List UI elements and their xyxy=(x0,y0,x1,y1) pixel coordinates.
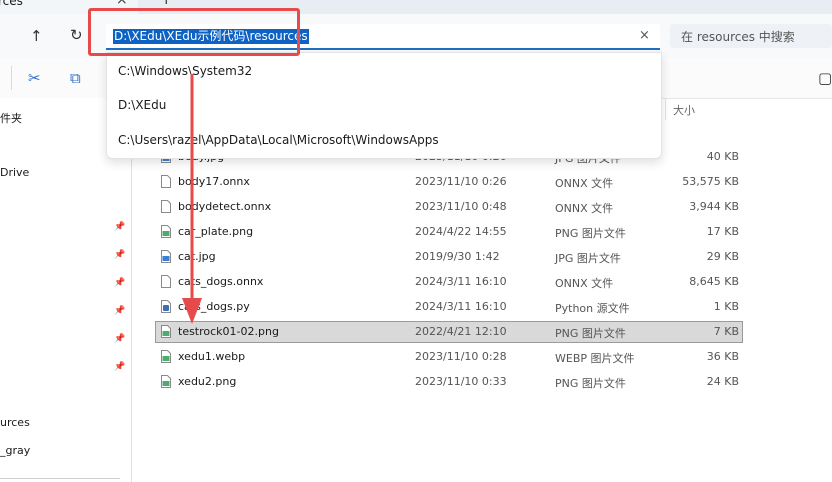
file-icon xyxy=(161,275,171,288)
file-date: 2023/11/10 0:28 xyxy=(415,350,507,363)
pin-icon: 📌 xyxy=(114,362,126,372)
file-date: 2024/4/22 14:55 xyxy=(415,225,507,238)
file-type: Python 源文件 xyxy=(555,302,630,315)
file-icon xyxy=(161,325,171,338)
column-separator[interactable] xyxy=(665,98,666,120)
refresh-icon[interactable]: ↻ xyxy=(70,26,83,44)
file-type: ONNX 文件 xyxy=(555,177,614,190)
file-size: 3,944 KB xyxy=(689,200,739,213)
tab-close-icon[interactable]: × xyxy=(116,0,128,8)
sidebar-item-folder[interactable]: 件夹 xyxy=(0,110,22,126)
file-date: 2023/11/10 0:26 xyxy=(415,175,507,188)
file-name: xedu2.png xyxy=(178,375,237,388)
suggestion-item[interactable]: D:\XEdu xyxy=(118,98,166,112)
cut-icon[interactable]: ✂ xyxy=(28,69,41,87)
clear-address-icon[interactable]: × xyxy=(639,28,650,43)
pin-icon: 📌 xyxy=(114,250,126,260)
file-date: 2023/11/10 0:33 xyxy=(415,375,507,388)
file-type: PNG 图片文件 xyxy=(555,377,626,390)
file-size: 17 KB xyxy=(706,225,739,238)
new-tab-icon[interactable]: + xyxy=(160,0,173,8)
annotation-arrow-icon xyxy=(182,74,202,324)
file-size: 7 KB xyxy=(713,325,739,338)
file-type: PNG 图片文件 xyxy=(555,327,626,340)
tab-title: rces xyxy=(0,0,23,8)
file-icon xyxy=(161,300,171,313)
sidebar-item-resources[interactable]: urces xyxy=(0,416,30,429)
toolbar-divider xyxy=(11,66,12,90)
pin-icon: 📌 xyxy=(114,222,126,232)
file-icon xyxy=(161,350,171,363)
sidebar-item-drive[interactable]: Drive xyxy=(0,166,29,179)
file-type: JPG 图片文件 xyxy=(555,252,621,265)
pin-icon: 📌 xyxy=(114,334,126,344)
file-size: 29 KB xyxy=(706,250,739,263)
file-date: 2019/9/30 1:42 xyxy=(415,250,500,263)
sidebar-item-gray[interactable]: _gray xyxy=(0,444,30,457)
file-icon xyxy=(161,200,171,213)
file-type: ONNX 文件 xyxy=(555,277,614,290)
file-date: 2024/3/11 16:10 xyxy=(415,275,507,288)
file-type: ONNX 文件 xyxy=(555,202,614,215)
pin-icon: 📌 xyxy=(114,278,126,288)
file-size: 53,575 KB xyxy=(682,175,739,188)
highlight-box xyxy=(88,8,300,56)
file-icon xyxy=(161,375,171,388)
copy-icon[interactable]: ⧉ xyxy=(70,69,81,87)
column-header-size[interactable]: 大小 xyxy=(673,102,695,118)
file-date: 2023/11/10 0:48 xyxy=(415,200,507,213)
view-pane-icon[interactable]: ▢ xyxy=(818,69,832,87)
file-date: 2022/4/21 12:10 xyxy=(415,325,507,338)
file-size: 40 KB xyxy=(706,150,739,163)
file-size: 1 KB xyxy=(713,300,739,313)
suggestion-item[interactable]: C:\Users\razel\AppData\Local\Microsoft\W… xyxy=(118,133,439,147)
file-date: 2024/3/11 16:10 xyxy=(415,300,507,313)
file-size: 36 KB xyxy=(706,350,739,363)
up-arrow-icon[interactable]: ↑ xyxy=(30,27,43,45)
file-icon xyxy=(161,250,171,263)
file-name: xedu1.webp xyxy=(178,350,246,363)
file-type: PNG 图片文件 xyxy=(555,227,626,240)
file-icon xyxy=(161,175,171,188)
sidebar-divider xyxy=(0,478,120,479)
file-size: 8,645 KB xyxy=(689,275,739,288)
search-placeholder: 在 resources 中搜索 xyxy=(681,30,795,44)
file-size: 24 KB xyxy=(706,375,739,388)
pin-icon: 📌 xyxy=(114,306,126,316)
file-icon xyxy=(161,225,171,238)
file-type: WEBP 图片文件 xyxy=(555,352,635,365)
